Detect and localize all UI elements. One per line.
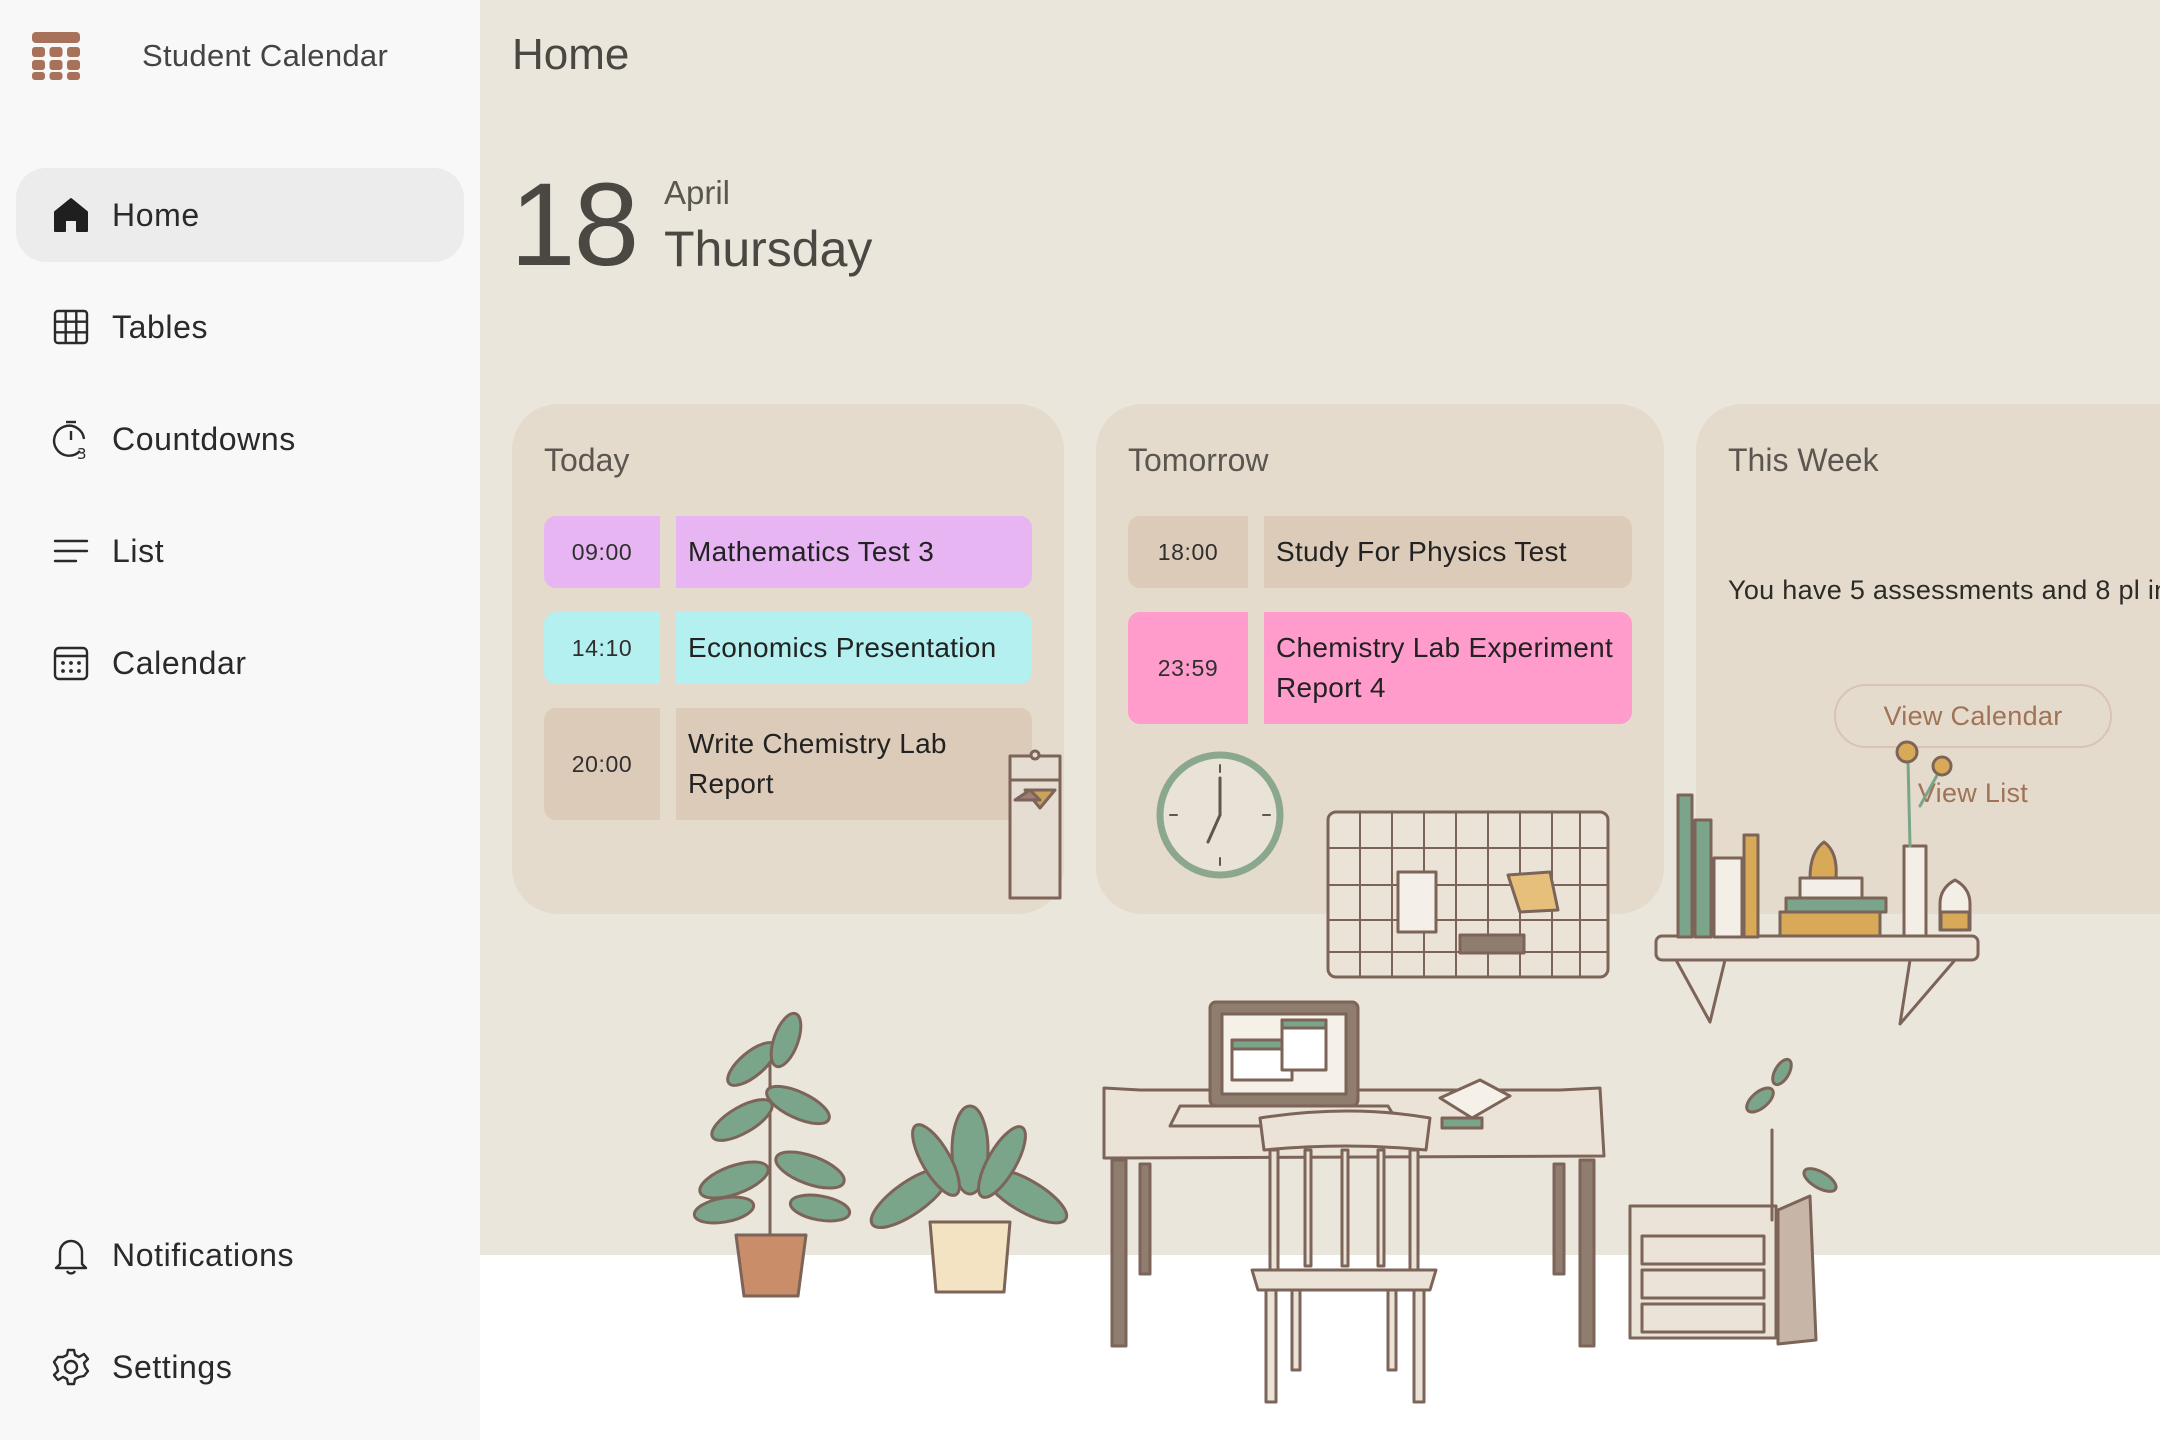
event-item[interactable]: 18:00 Study For Physics Test xyxy=(1128,516,1632,588)
app-brand: Student Calendar xyxy=(30,30,388,82)
event-item[interactable]: 09:00 Mathematics Test 3 xyxy=(544,516,1032,588)
view-calendar-button[interactable]: View Calendar xyxy=(1834,684,2112,748)
list-icon xyxy=(50,530,92,572)
app-title: Student Calendar xyxy=(142,38,389,73)
sidebar-item-countdowns[interactable]: 3 Countdowns xyxy=(16,392,464,486)
sidebar-item-home[interactable]: Home xyxy=(16,168,464,262)
calendar-icon xyxy=(50,642,92,684)
timer-icon: 3 xyxy=(50,418,92,460)
grid-icon xyxy=(50,306,92,348)
event-item[interactable]: 20:00 Write Chemistry Lab Report xyxy=(544,708,1032,820)
event-time: 23:59 xyxy=(1128,612,1248,724)
tomorrow-card: Tomorrow 18:00 Study For Physics Test 23… xyxy=(1096,404,1664,914)
date-weekday: Thursday xyxy=(664,221,873,277)
home-icon xyxy=(50,194,92,236)
sidebar-item-label: Settings xyxy=(112,1348,233,1385)
this-week-card: This Week You have 5 assessments and 8 p… xyxy=(1696,404,2160,914)
view-list-link[interactable]: View List xyxy=(1834,778,2112,809)
event-time: 09:00 xyxy=(544,516,660,588)
sidebar-item-label: Countdowns xyxy=(112,420,296,457)
sidebar-item-notifications[interactable]: Notifications xyxy=(16,1208,464,1302)
main-content: Home 18 April Thursday Today 09:00 Mathe… xyxy=(480,0,2160,1255)
sidebar-item-label: Calendar xyxy=(112,644,247,681)
page-title: Home xyxy=(512,30,630,79)
card-title: Tomorrow xyxy=(1128,442,1269,478)
sidebar: Student Calendar Home Tables 3 Countdown… xyxy=(0,0,480,1440)
sidebar-item-calendar[interactable]: Calendar xyxy=(16,616,464,710)
sidebar-item-label: Home xyxy=(112,196,200,233)
sidebar-item-label: Notifications xyxy=(112,1236,295,1273)
event-name: Write Chemistry Lab Report xyxy=(676,708,1032,820)
today-card: Today 09:00 Mathematics Test 3 14:10 Eco… xyxy=(512,404,1064,914)
card-title: Today xyxy=(544,442,630,478)
event-name: Study For Physics Test xyxy=(1264,516,1632,588)
week-summary: You have 5 assessments and 8 pl in the n… xyxy=(1728,575,2160,605)
event-time: 18:00 xyxy=(1128,516,1248,588)
event-item[interactable]: 23:59 Chemistry Lab Experiment Report 4 xyxy=(1128,612,1632,724)
sidebar-item-list[interactable]: List xyxy=(16,504,464,598)
event-name: Economics Presentation xyxy=(676,612,1032,684)
event-name: Chemistry Lab Experiment Report 4 xyxy=(1264,612,1632,724)
event-time: 20:00 xyxy=(544,708,660,820)
date-day-number: 18 xyxy=(510,159,639,291)
bell-icon xyxy=(50,1234,92,1276)
sidebar-item-tables[interactable]: Tables xyxy=(16,280,464,374)
event-item[interactable]: 14:10 Economics Presentation xyxy=(544,612,1032,684)
app-logo-icon xyxy=(32,32,80,80)
sidebar-item-label: Tables xyxy=(112,308,209,345)
svg-text:3: 3 xyxy=(77,445,87,460)
gear-icon xyxy=(50,1346,92,1388)
event-time: 14:10 xyxy=(544,612,660,684)
sidebar-item-settings[interactable]: Settings xyxy=(16,1320,464,1414)
date-month: April xyxy=(664,174,731,211)
sidebar-item-label: List xyxy=(112,532,165,569)
card-title: This Week xyxy=(1728,442,1879,478)
event-name: Mathematics Test 3 xyxy=(676,516,1032,588)
